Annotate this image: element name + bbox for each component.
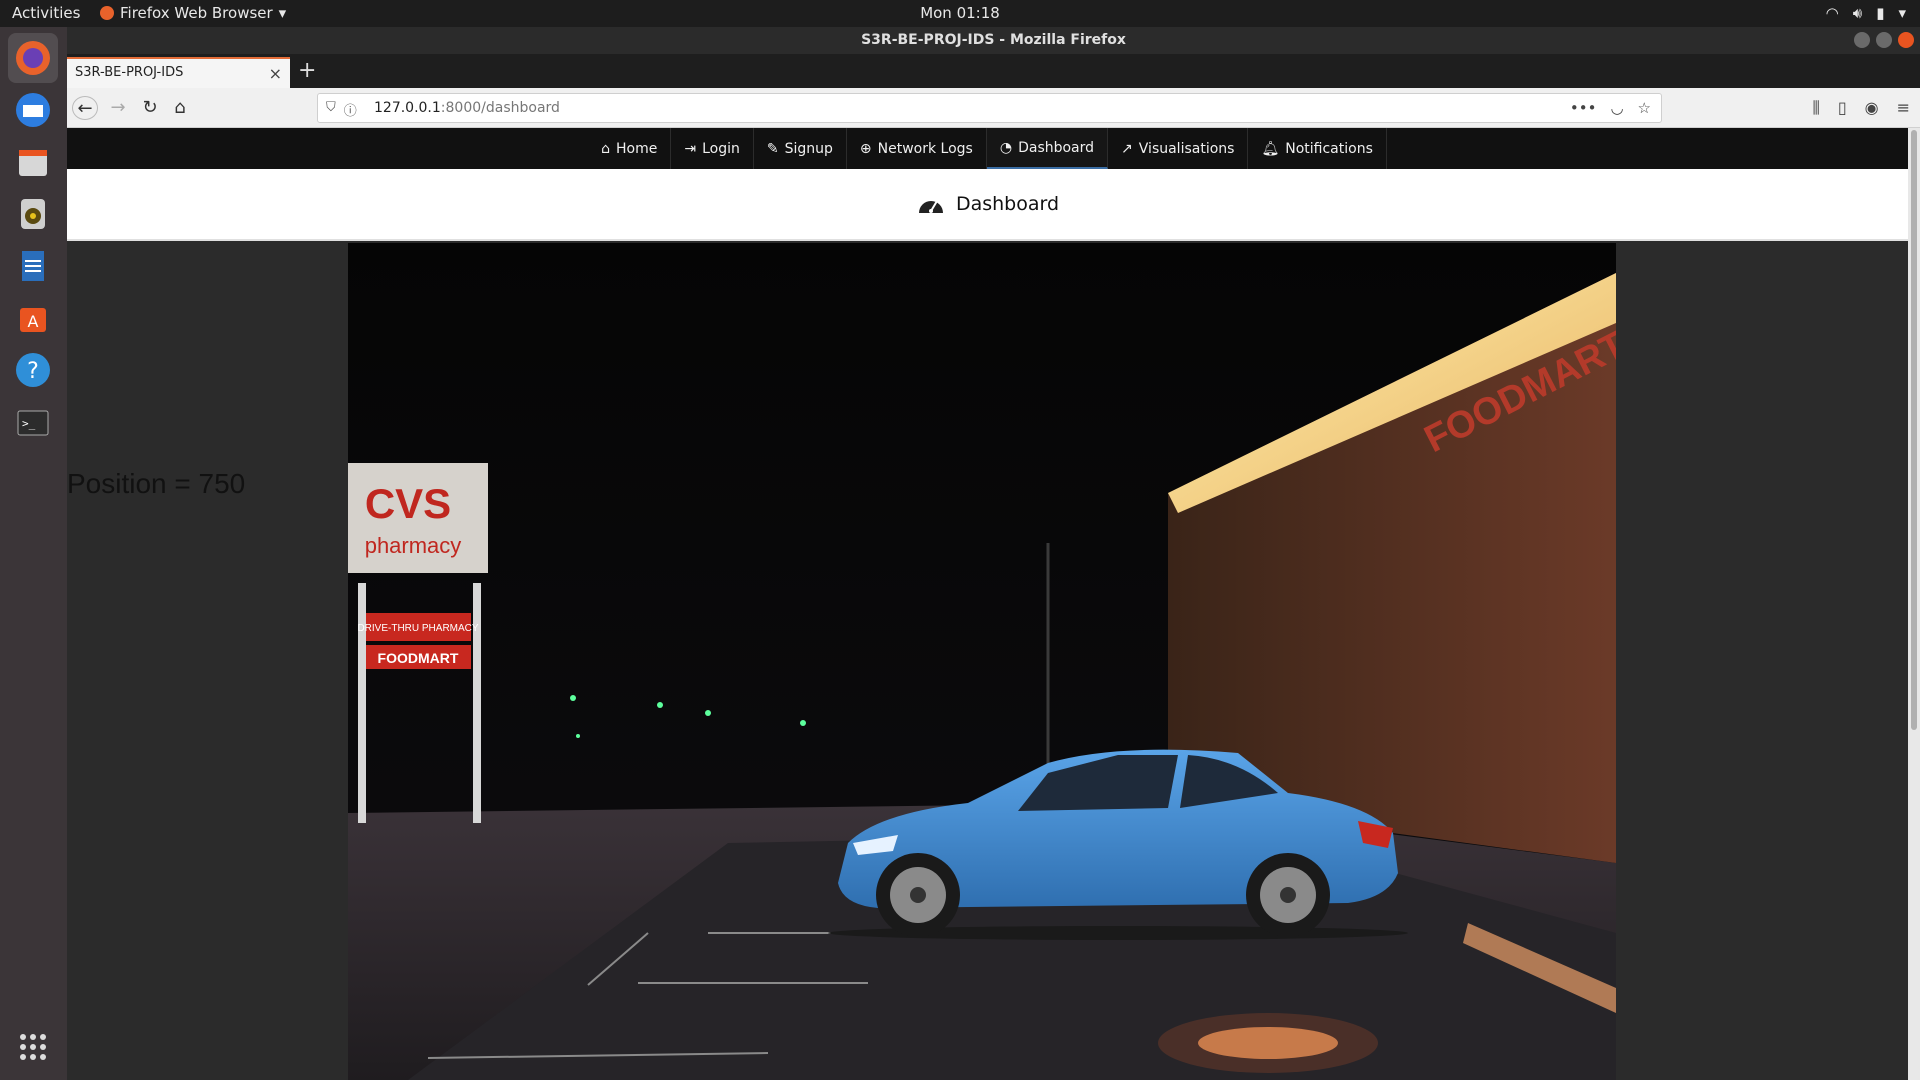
- maximize-button[interactable]: [1876, 32, 1892, 48]
- new-tab-button[interactable]: +: [298, 58, 316, 83]
- page-title: Dashboard: [955, 193, 1060, 215]
- tracking-shield-icon[interactable]: ⛉: [326, 100, 336, 119]
- software-center-dock-icon[interactable]: A: [8, 293, 58, 343]
- nav-signup-label: Signup: [784, 140, 833, 157]
- help-dock-icon[interactable]: ?: [8, 345, 58, 395]
- site-info-icon[interactable]: ⓘ: [344, 100, 357, 119]
- activities-button[interactable]: Activities: [12, 4, 80, 22]
- cvs-panel-2: FOODMART: [378, 650, 459, 666]
- nav-visualisations-label: Visualisations: [1138, 140, 1235, 157]
- cvs-panel-1: DRIVE-THRU PHARMACY: [357, 623, 478, 634]
- terminal-dock-icon[interactable]: >_: [8, 397, 58, 447]
- show-applications-icon[interactable]: [8, 1022, 58, 1072]
- nav-login-label: Login: [702, 140, 740, 157]
- account-icon[interactable]: ◉: [1865, 98, 1879, 118]
- tab-bar: S3R-BE-PROJ-IDS × +: [67, 54, 1920, 88]
- forward-button[interactable]: →: [105, 96, 131, 120]
- dock: A ? >_: [0, 27, 67, 1080]
- tachometer-icon: ◔: [999, 139, 1013, 156]
- rhythmbox-dock-icon[interactable]: [8, 189, 58, 239]
- url-path: :8000/dashboard: [440, 100, 560, 116]
- nav-notifications-label: Notifications: [1285, 140, 1373, 157]
- files-dock-icon[interactable]: [8, 137, 58, 187]
- close-tab-icon[interactable]: ×: [269, 64, 282, 83]
- svg-text:>_: >_: [22, 417, 36, 430]
- bell-icon: 🔔︎: [1261, 140, 1280, 157]
- edit-icon: ✎: [766, 140, 779, 157]
- app-menu-label: Firefox Web Browser: [120, 4, 273, 22]
- menu-icon[interactable]: ≡: [1897, 98, 1910, 118]
- home-icon: ⌂: [601, 140, 611, 157]
- pocket-icon[interactable]: ◡: [1610, 99, 1623, 117]
- page-actions-icon[interactable]: •••: [1570, 99, 1597, 117]
- nav-network-logs[interactable]: ⊕ Network Logs: [847, 128, 987, 169]
- url-bar[interactable]: ⛉ ⓘ 127.0.0.1:8000/dashboard ••• ◡ ☆: [317, 93, 1662, 123]
- clock[interactable]: Mon 01:18: [0, 4, 1920, 22]
- minimize-button[interactable]: [1854, 32, 1870, 48]
- tab-title: S3R-BE-PROJ-IDS: [75, 65, 184, 80]
- tab-active[interactable]: S3R-BE-PROJ-IDS ×: [67, 57, 290, 88]
- battery-icon: ▮: [1876, 4, 1885, 22]
- dashboard-scene: FOODMART CVS pharmacy DRIVE-THRU PHARMAC…: [348, 243, 1616, 1080]
- nav-dashboard[interactable]: ◔ Dashboard: [986, 128, 1109, 169]
- writer-dock-icon[interactable]: [8, 241, 58, 291]
- page-header: Dashboard: [67, 169, 1908, 241]
- system-top-bar: Activities Firefox Web Browser ▾ Mon 01:…: [0, 0, 1920, 27]
- nav-home[interactable]: ⌂ Home: [588, 128, 672, 169]
- page-scrollbar[interactable]: [1908, 128, 1920, 1080]
- globe-icon: ⊕: [859, 140, 872, 157]
- home-button[interactable]: ⌂: [167, 96, 193, 120]
- nav-visualisations[interactable]: ↗ Visualisations: [1108, 128, 1249, 169]
- bookmark-star-icon[interactable]: ☆: [1638, 99, 1651, 117]
- chevron-down-icon: ▾: [278, 4, 287, 22]
- window-title: S3R-BE-PROJ-IDS - Mozilla Firefox: [861, 32, 1126, 48]
- volume-icon: 🔊︎: [1852, 4, 1863, 22]
- nav-network-logs-label: Network Logs: [877, 140, 973, 157]
- url-host: 127.0.0.1: [374, 100, 441, 116]
- site-navbar: ⌂ Home ⇥ Login ✎ Signup ⊕ Network Logs ◔…: [67, 128, 1908, 169]
- line-chart-icon: ↗: [1121, 140, 1133, 157]
- window-title-bar: S3R-BE-PROJ-IDS - Mozilla Firefox: [67, 27, 1920, 54]
- firefox-icon: [100, 6, 114, 20]
- nav-signup[interactable]: ✎ Signup: [754, 128, 847, 169]
- car: [828, 749, 1408, 940]
- nav-notifications[interactable]: 🔔︎ Notifications: [1248, 128, 1387, 169]
- reload-button[interactable]: ↻: [137, 96, 163, 120]
- thunderbird-dock-icon[interactable]: [8, 85, 58, 135]
- app-menu[interactable]: Firefox Web Browser ▾: [100, 4, 286, 22]
- close-window-button[interactable]: [1898, 32, 1914, 48]
- position-readout: Position = 750: [67, 468, 246, 499]
- cvs-sign-brand: CVS: [365, 480, 451, 527]
- nav-home-label: Home: [616, 140, 658, 157]
- navigation-toolbar: ← → ↻ ⌂ ⛉ ⓘ 127.0.0.1:8000/dashboard •••…: [67, 88, 1920, 128]
- page-content: ⌂ Home ⇥ Login ✎ Signup ⊕ Network Logs ◔…: [67, 128, 1908, 1080]
- login-icon: ⇥: [684, 140, 697, 157]
- library-icon[interactable]: ⫼: [1812, 98, 1819, 118]
- wifi-icon: ◠: [1825, 4, 1839, 22]
- scrollbar-thumb[interactable]: [1911, 130, 1917, 730]
- firefox-dock-icon[interactable]: [8, 33, 58, 83]
- nav-dashboard-label: Dashboard: [1018, 139, 1095, 156]
- system-tray[interactable]: ◠ 🔊︎ ▮ ▾: [1826, 4, 1906, 22]
- chevron-down-icon: ▾: [1898, 4, 1906, 22]
- scene-background: FOODMART CVS pharmacy DRIVE-THRU PHARMAC…: [348, 243, 1616, 1080]
- back-button[interactable]: ←: [72, 96, 98, 120]
- sidebar-icon[interactable]: ▯: [1838, 98, 1847, 118]
- tachometer-icon: [918, 200, 943, 213]
- cvs-sign-sub: pharmacy: [365, 533, 462, 558]
- svg-text:?: ?: [27, 359, 39, 384]
- svg-text:A: A: [28, 312, 39, 331]
- nav-login[interactable]: ⇥ Login: [671, 128, 754, 169]
